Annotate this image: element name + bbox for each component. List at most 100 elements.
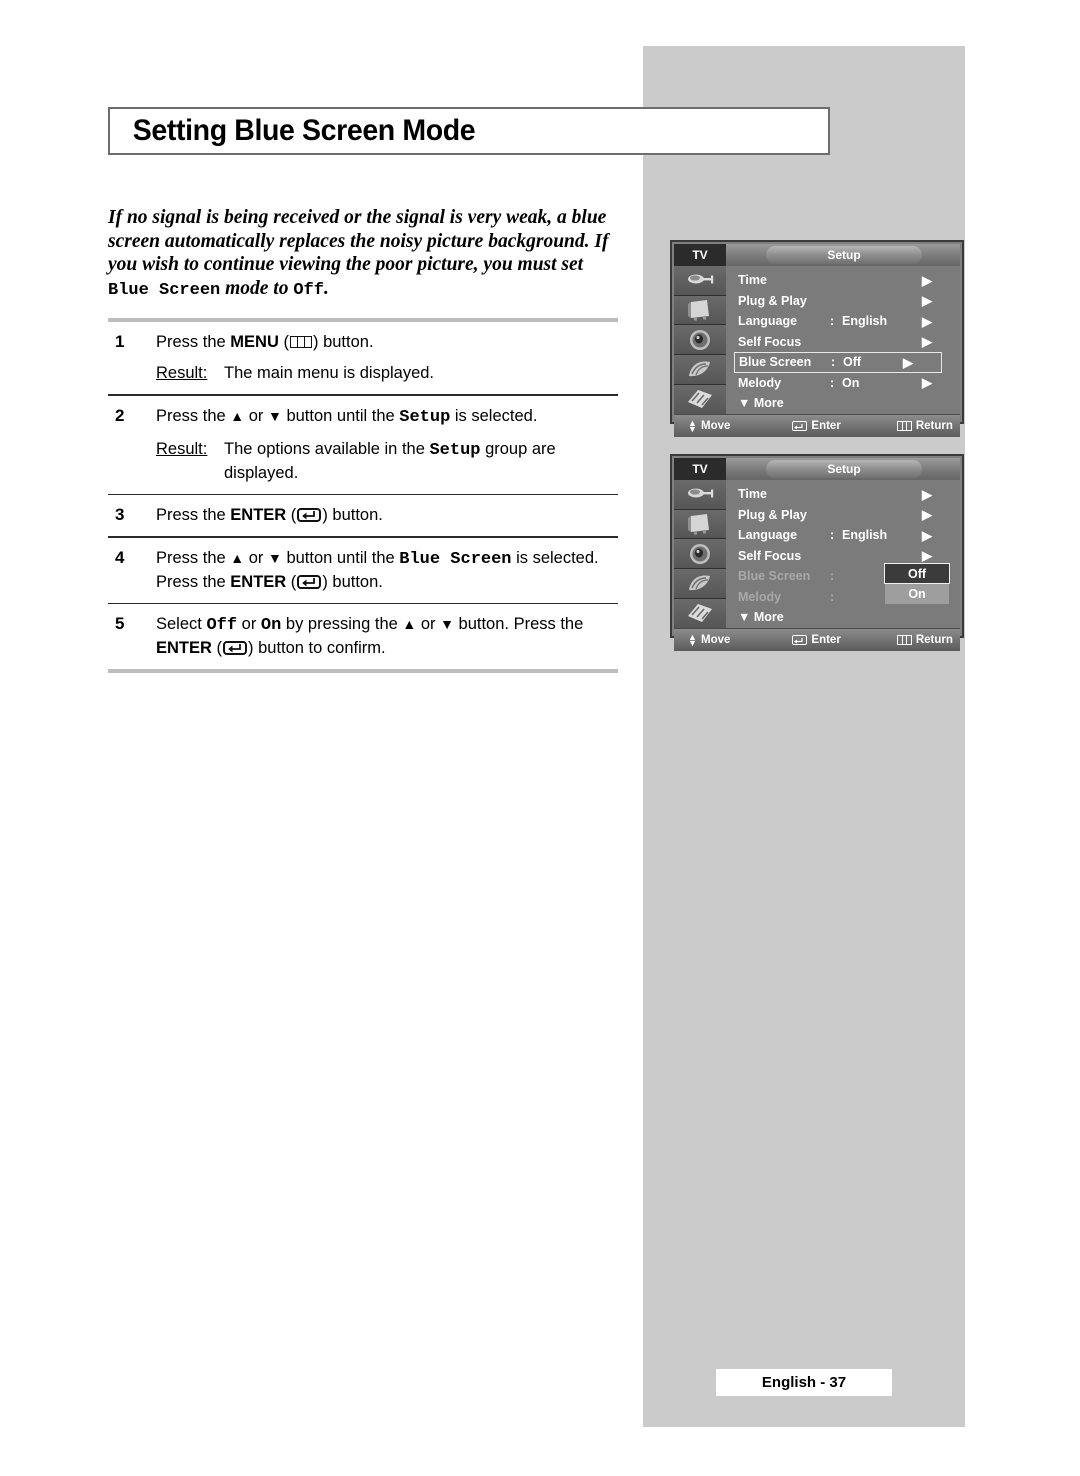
page-title-box: Setting Blue Screen Mode (108, 107, 830, 155)
osd-footer-enter-label: Enter (811, 633, 841, 646)
result-mono-setup: Setup (429, 440, 481, 460)
osd-footer-1: ▲ ▼ Move Enter Return (674, 413, 960, 437)
osd-footer-return: Return (896, 634, 953, 646)
step5-post: button. Press the (453, 615, 584, 633)
step4-post: button until the (281, 548, 400, 567)
picture-icon[interactable] (674, 509, 726, 540)
step2-mid: or (244, 406, 268, 425)
step5-pre: Select (156, 615, 207, 633)
sound-icon[interactable] (674, 325, 726, 356)
arrow-up-icon: ▲ (230, 407, 245, 424)
osd-menu-item-blue-screen[interactable]: Blue Screen : Off ▶ (734, 352, 942, 373)
setup-icon[interactable] (674, 598, 726, 628)
sound-icon[interactable] (674, 539, 726, 570)
step5-mid3: or (416, 615, 441, 633)
result-label: Result: (156, 364, 208, 382)
antenna-icon[interactable] (674, 266, 726, 296)
intro-text-part1: If no signal is being received or the si… (108, 207, 609, 275)
intro-mono-off: Off (293, 280, 324, 300)
page-title: Setting Blue Screen Mode (132, 114, 476, 147)
step2-post: button until the (281, 406, 400, 425)
step-text-line: Press the ENTER () button. (156, 506, 383, 524)
step-number: 5 (115, 614, 125, 633)
step-body: Press the ENTER () button. (156, 504, 618, 526)
osd-tv-label: TV (674, 458, 726, 480)
result-label: Result: (156, 439, 208, 458)
chevron-right-icon: ▶ (903, 354, 913, 370)
osd-footer-move-label: Move (701, 419, 731, 432)
osd-footer-move: ▲ ▼ Move (688, 632, 731, 647)
arrow-down-icon: ▼ (440, 616, 454, 632)
step-row-2: 2 Press the ▲ or ▼ button until the Setu… (108, 396, 618, 494)
osd-menu-item[interactable]: Language : English ▶ (734, 311, 960, 332)
chevron-right-icon: ▶ (922, 507, 932, 523)
osd-item-colon: : (830, 569, 835, 584)
intro-text-part2: mode to (220, 277, 294, 299)
osd-item-value: Off (843, 355, 862, 370)
step-body: Press the ▲ or ▼ button until the Setup … (156, 405, 618, 484)
osd-footer-return: Return (896, 420, 953, 432)
step4-enter-label: ENTER (230, 572, 287, 591)
osd-item-colon: : (831, 355, 836, 370)
osd-item-label: Language (738, 528, 798, 543)
result-text: The main menu is displayed. (224, 364, 435, 382)
result-text: The options available in the Setup group… (224, 438, 618, 484)
step-row-5: 5 Select Off or On by pressing the ▲ or … (108, 604, 618, 669)
step-body: Select Off or On by pressing the ▲ or ▼ … (156, 613, 618, 659)
osd-sidebar (674, 480, 726, 628)
osd-item-label: Self Focus (738, 548, 802, 563)
blue-screen-dropdown[interactable]: Off On (884, 563, 950, 605)
tv-osd-screenshot-2: TV Setup Time ▶ Plug & Play ▶ Language:… (670, 454, 964, 651)
steps-table: 1 Press the MENU () button. Result: The … (108, 318, 618, 673)
osd-item-label: Language (738, 314, 798, 329)
osd-footer-enter-label: Enter (811, 419, 841, 432)
osd-footer-enter: Enter (792, 419, 841, 432)
osd-footer-2: ▲ ▼ Move Enter Return (674, 627, 960, 651)
osd-item-label: Blue Screen (739, 355, 812, 370)
intro-text-part3: . (323, 277, 329, 299)
osd-item-colon: : (830, 314, 835, 329)
step-number: 2 (115, 405, 125, 425)
osd-item-colon: : (830, 589, 835, 604)
antenna-icon[interactable] (674, 480, 726, 510)
osd-menu-item[interactable]: Language : English ▶ (734, 525, 960, 546)
osd-menu-item[interactable]: Plug & Play ▶ (734, 291, 960, 312)
osd-menu-title: Setup (766, 246, 922, 264)
osd-more-label: More (753, 396, 784, 411)
osd-item-value: English (842, 528, 888, 543)
osd-more-row[interactable]: ▼ More (734, 393, 960, 414)
osd-more-row[interactable]: ▼ More (734, 607, 960, 628)
dropdown-option-off[interactable]: Off (884, 563, 950, 584)
osd-menu-item[interactable]: Melody : On ▶ (734, 373, 960, 394)
step-text-line-2: ENTER () button to confirm. (156, 639, 386, 657)
step5-mono-on: On (260, 616, 282, 635)
chevron-right-icon: ▶ (922, 375, 932, 391)
picture-icon[interactable] (674, 295, 726, 326)
step-body: Press the MENU () button. Result: The ma… (156, 331, 618, 384)
up-down-icon: ▲ ▼ (688, 417, 697, 434)
step2-tail: is selected. (450, 406, 538, 425)
osd-item-label: Plug & Play (738, 293, 807, 308)
dropdown-option-on[interactable]: On (884, 584, 950, 605)
step-number: 1 (115, 332, 125, 351)
step5-mid2: by pressing the (281, 615, 403, 633)
osd-menu-item[interactable]: Plug & Play ▶ (734, 505, 960, 526)
osd-footer-move-label: Move (701, 633, 731, 646)
feature-icon[interactable] (674, 355, 726, 385)
step3-pre: Press the (156, 506, 231, 524)
arrow-up-icon: ▲ (230, 549, 245, 566)
step5-mid1: or (237, 615, 261, 633)
setup-icon[interactable] (674, 384, 726, 414)
osd-tv-label: TV (674, 244, 726, 266)
osd-item-colon: : (830, 375, 835, 390)
step4-pre: Press the (156, 548, 231, 567)
step1-pre: Press the (156, 333, 231, 351)
step4-line2-tail: button. (327, 572, 383, 591)
osd-menu-item[interactable]: Self Focus ▶ (734, 332, 960, 353)
feature-icon[interactable] (674, 569, 726, 599)
osd-menu-item[interactable]: Time ▶ (734, 484, 960, 505)
step1-result: Result: The main menu is displayed. (156, 362, 618, 384)
osd-item-label: Time (738, 487, 767, 502)
arrow-up-icon: ▲ (402, 616, 417, 632)
osd-menu-item[interactable]: Time ▶ (734, 270, 960, 291)
